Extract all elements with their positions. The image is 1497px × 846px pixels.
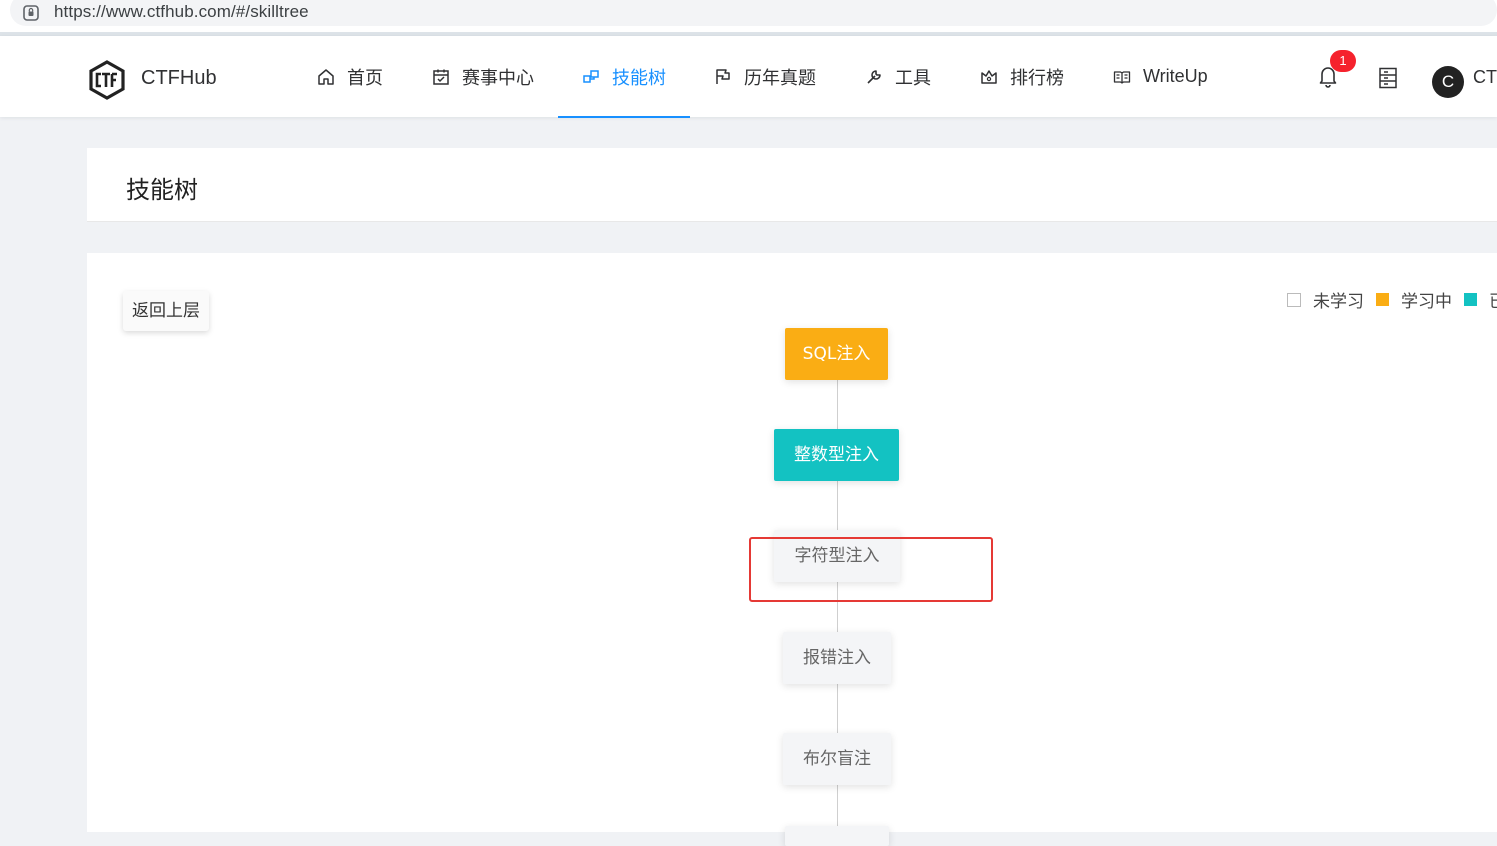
avatar[interactable]: C [1432,66,1464,98]
skill-node-integer-injection[interactable]: 整数型注入 [774,429,899,481]
status-legend: 未学习 学习中 已完成 [1287,287,1497,312]
wrench-icon [867,69,881,84]
nav-skilltree[interactable]: 技能树 [558,36,690,118]
skilltree-icon [583,69,599,83]
browser-address-bar: https://www.ctfhub.com/#/skilltree [0,0,1497,36]
nav-past-problems[interactable]: 历年真题 [714,36,816,117]
legend-item-learning: 学习中 [1376,287,1452,312]
nav-events[interactable]: 赛事中心 [432,36,534,117]
legend-item-done: 已完成 [1464,287,1497,312]
skill-node-boolean-blind[interactable]: 布尔盲注 [783,733,891,785]
home-icon [318,68,334,85]
page-title: 技能树 [126,176,198,204]
legend-label: 未学习 [1313,292,1364,312]
book-icon [1113,70,1131,84]
nav-skilltree-label: 技能树 [612,67,666,89]
url-text[interactable]: https://www.ctfhub.com/#/skilltree [54,2,309,22]
nav-writeup-label: WriteUp [1143,66,1208,86]
legend-label: 学习中 [1401,292,1452,312]
nav-events-label: 赛事中心 [462,67,534,89]
skill-node-error-injection[interactable]: 报错注入 [783,632,891,684]
nav-home-label: 首页 [347,67,383,89]
brand-name[interactable]: CTFHub [141,67,217,90]
legend-swatch-learning [1376,293,1389,306]
nav-tools-label: 工具 [895,67,931,89]
nav-past-problems-label: 历年真题 [744,67,816,89]
username[interactable]: CTF [1473,67,1497,88]
trophy-icon [981,69,997,84]
nav-writeup[interactable]: WriteUp [1113,36,1208,117]
nav-tools[interactable]: 工具 [865,36,931,117]
nav-home[interactable]: 首页 [317,36,383,117]
site-header: CTFHub 首页 赛事中心 技能树 历年真题 工具 排行榜 WriteUp 1… [0,36,1497,118]
flag-icon [716,68,730,84]
page-title-card: 技能树 [87,148,1497,222]
calendar-icon [433,69,449,85]
back-up-button[interactable]: 返回上层 [123,291,209,331]
nav-leaderboard[interactable]: 排行榜 [980,36,1064,117]
skill-node-sql-injection[interactable]: SQL注入 [785,328,888,380]
nav-leaderboard-label: 排行榜 [1010,67,1064,89]
ctfhub-logo-icon[interactable] [88,60,126,100]
legend-swatch-not-learned [1287,292,1301,307]
legend-swatch-done [1464,293,1477,306]
document-icon[interactable] [1378,67,1398,89]
legend-label: 已完成 [1489,287,1497,312]
notification-badge: 1 [1330,50,1356,72]
skill-node-string-injection[interactable]: 字符型注入 [774,530,900,582]
skill-node-next-partial[interactable] [785,826,889,846]
legend-item-not-learned: 未学习 [1287,287,1364,312]
lock-icon [23,5,39,21]
